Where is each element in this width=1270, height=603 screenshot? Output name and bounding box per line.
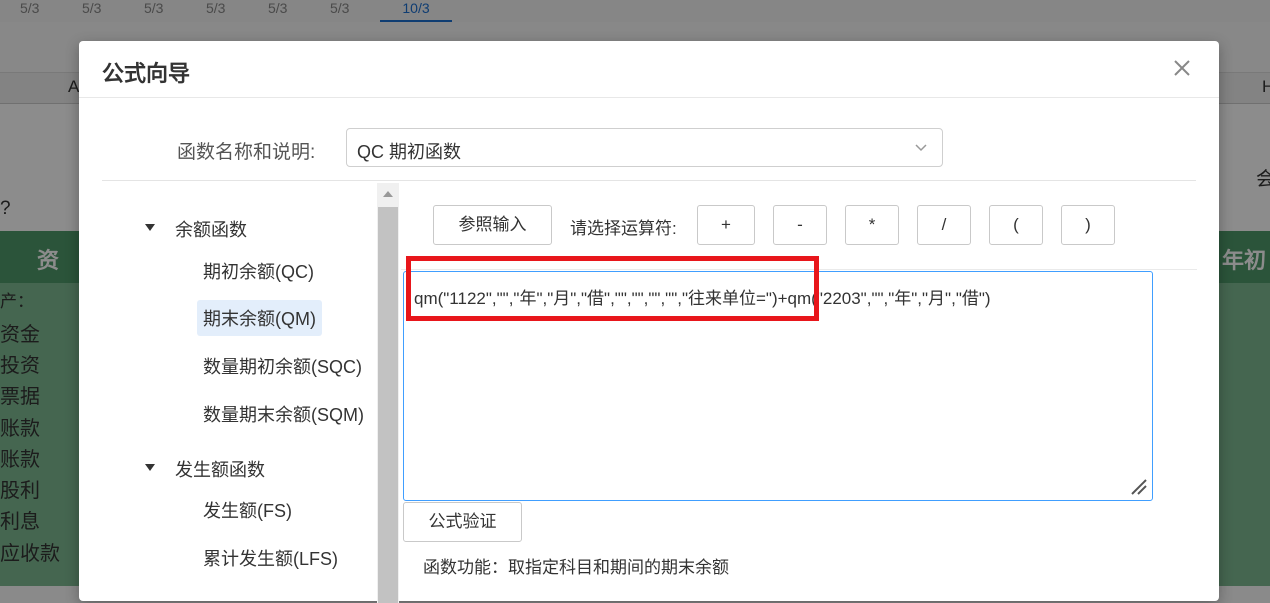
title-divider (79, 97, 1219, 98)
function-description: 函数功能：取指定科目和期间的期末余额 (423, 558, 729, 577)
operator-label: 请选择运算符: (570, 219, 677, 238)
operator-plus-button[interactable]: + (697, 205, 755, 245)
function-tree: 余额函数 期初余额(QC) 期末余额(QM) 数量期初余额(SQC) 数量期末余… (79, 181, 379, 601)
verify-formula-button[interactable]: 公式验证 (403, 502, 522, 542)
operator-right-paren-button[interactable]: ) (1061, 205, 1115, 245)
dialog-title: 公式向导 (102, 61, 191, 86)
tree-item-lfs[interactable]: 累计发生额(LFS) (197, 540, 344, 576)
reference-input-button[interactable]: 参照输入 (433, 205, 552, 245)
operator-divide-button[interactable]: / (917, 205, 971, 245)
tree-item-sqc[interactable]: 数量期初余额(SQC) (197, 348, 368, 384)
caret-down-icon[interactable] (145, 464, 155, 471)
tree-item-qm[interactable]: 期末余额(QM) (197, 300, 322, 336)
tree-item-fs[interactable]: 发生额(FS) (197, 492, 298, 528)
chevron-down-icon (914, 141, 928, 155)
tree-scrollbar[interactable] (377, 183, 399, 603)
tree-group-amount[interactable]: 发生额函数 (175, 456, 265, 482)
tree-group-balance[interactable]: 余额函数 (175, 216, 247, 242)
tree-item-qc[interactable]: 期初余额(QC) (197, 253, 320, 289)
close-icon[interactable] (1171, 57, 1193, 79)
red-highlight-box (406, 256, 819, 321)
scroll-thumb[interactable] (378, 207, 398, 603)
function-select-value: QC 期初函数 (357, 142, 462, 162)
formula-wizard-dialog: 公式向导 函数名称和说明: QC 期初函数 余额函数 期初余额(QC) 期末余额… (79, 41, 1219, 603)
scroll-up-arrow-icon[interactable] (383, 191, 393, 197)
function-name-label: 函数名称和说明: (177, 142, 316, 163)
operator-multiply-button[interactable]: * (845, 205, 899, 245)
operator-left-paren-button[interactable]: ( (989, 205, 1043, 245)
function-select[interactable]: QC 期初函数 (346, 128, 943, 167)
resize-handle-icon[interactable] (1128, 476, 1148, 496)
operator-minus-button[interactable]: - (773, 205, 827, 245)
tree-item-sqm[interactable]: 数量期末余额(SQM) (197, 396, 370, 432)
caret-down-icon[interactable] (145, 224, 155, 231)
